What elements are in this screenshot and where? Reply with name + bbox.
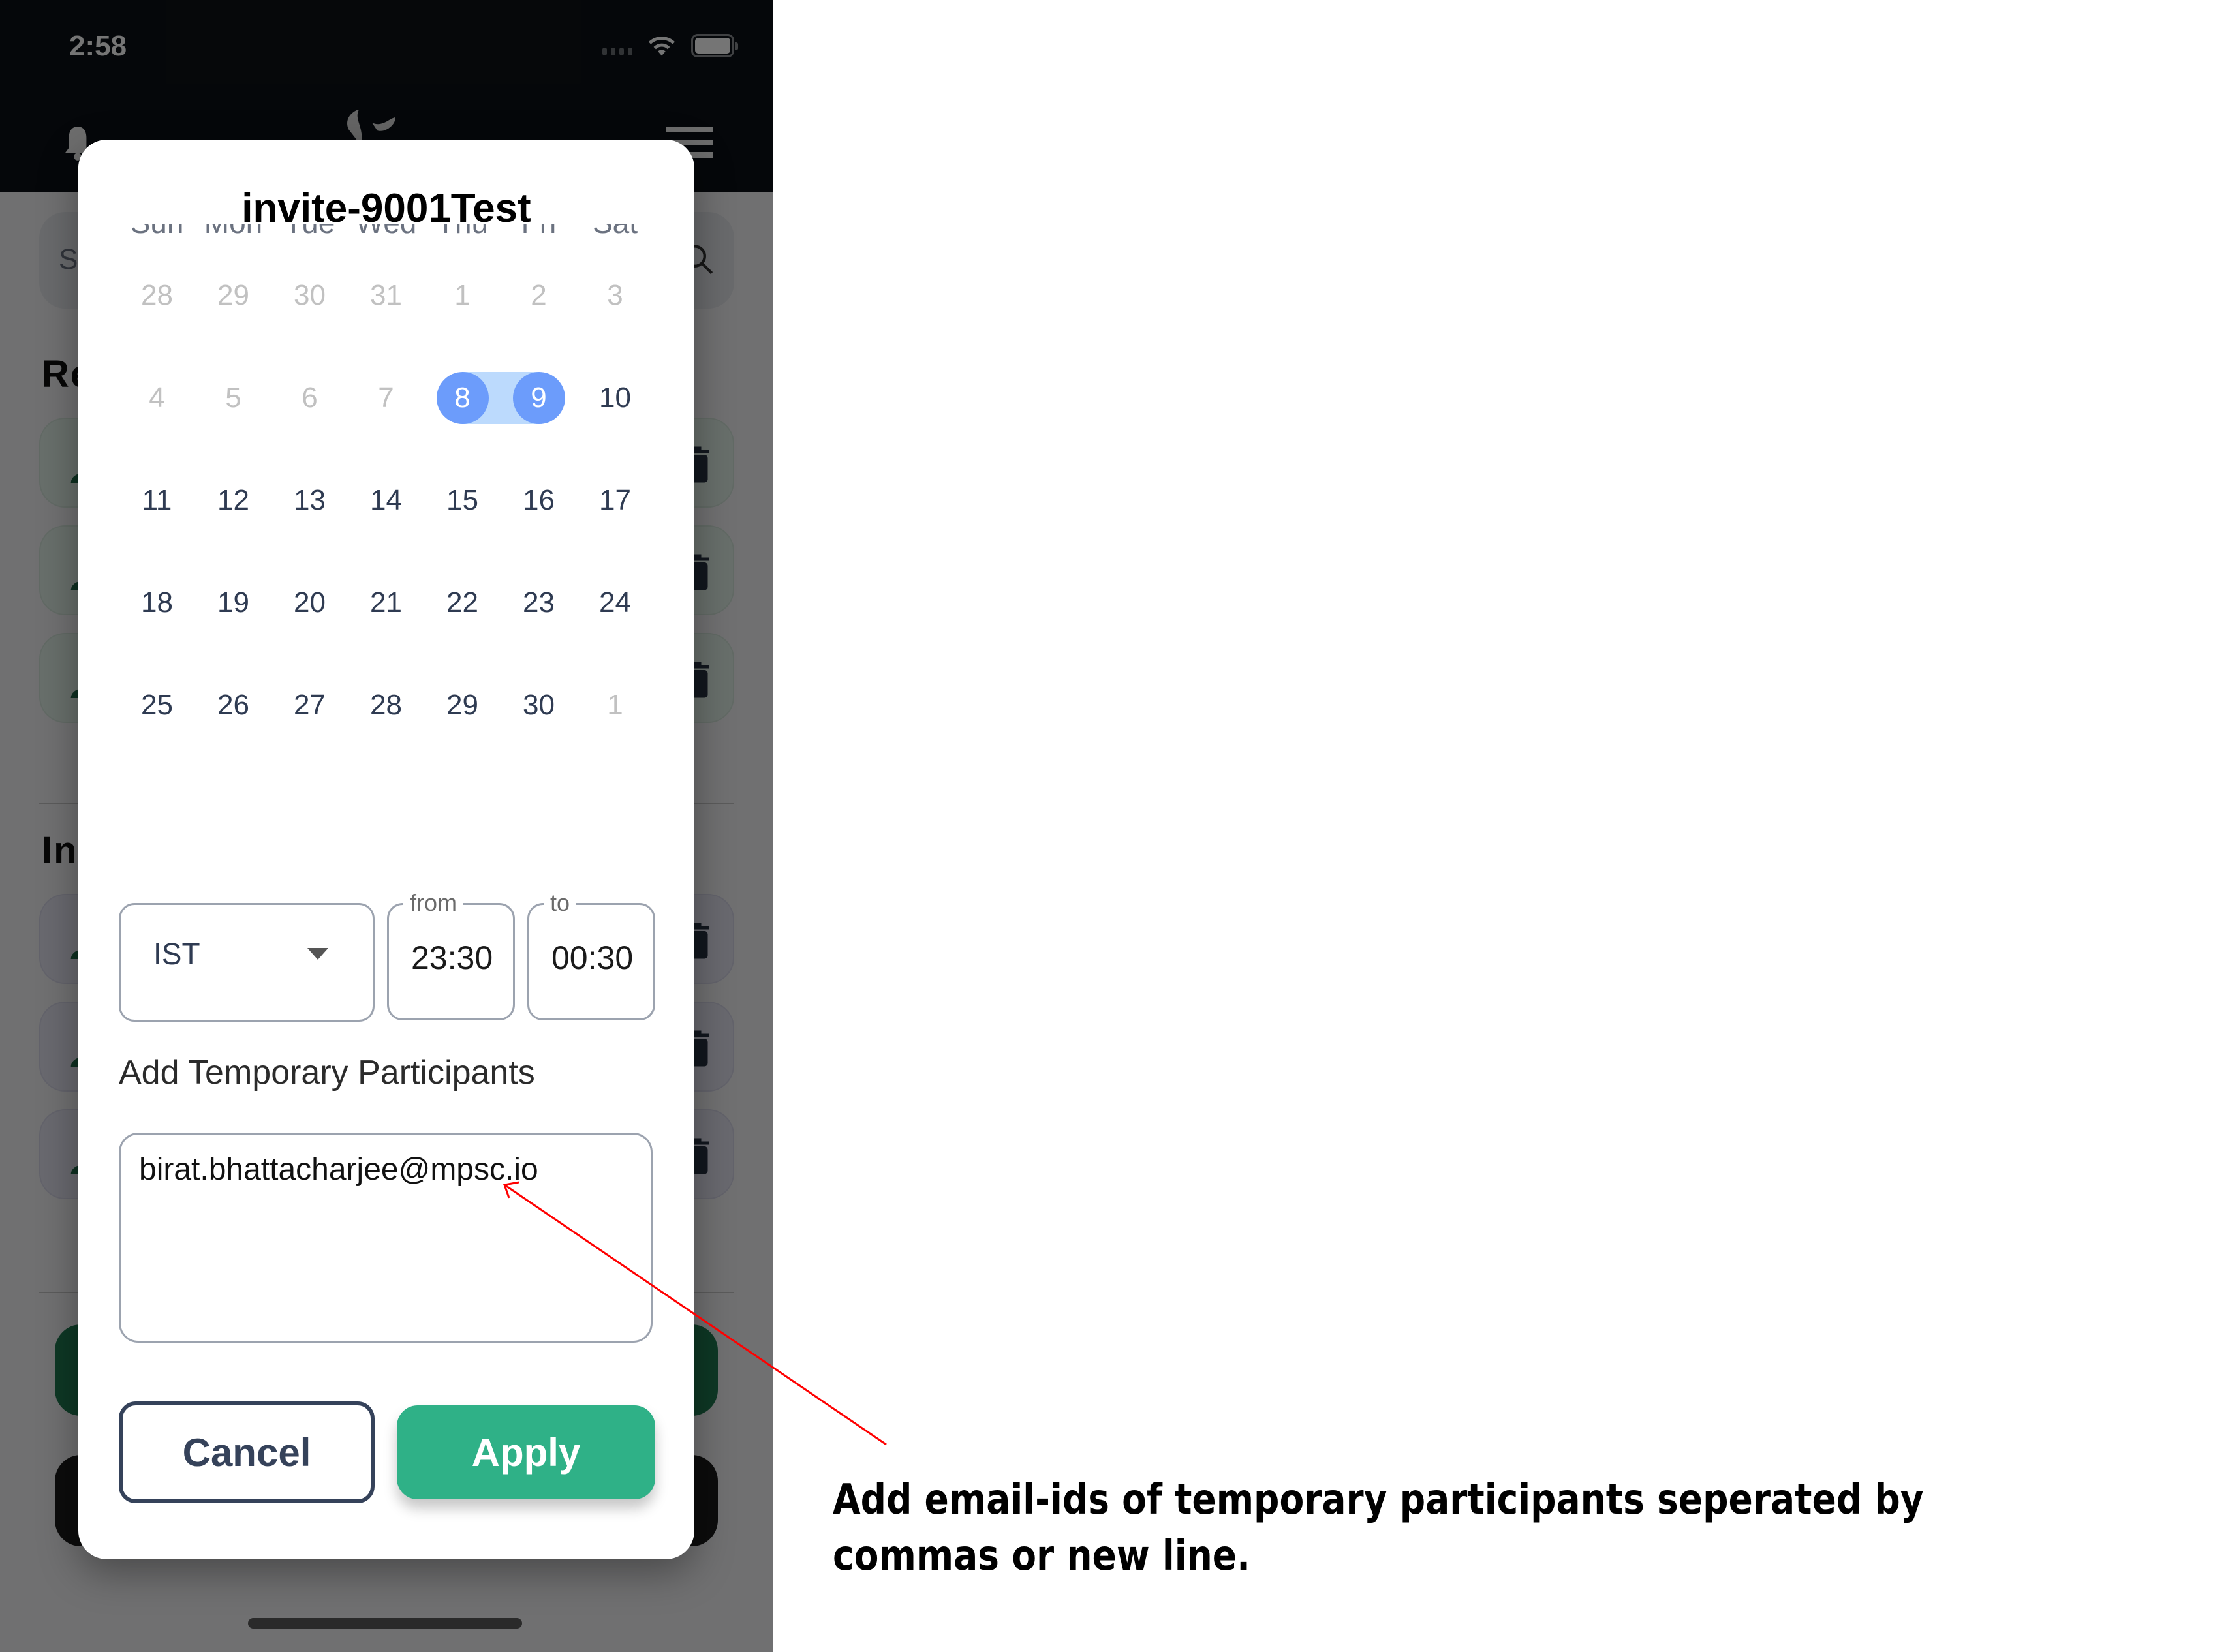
calendar-day[interactable]: 18: [119, 575, 195, 631]
calendar-day[interactable]: 10: [577, 370, 653, 426]
calendar-day[interactable]: 13: [271, 472, 348, 528]
to-time-field[interactable]: to 00:30: [527, 889, 655, 1020]
calendar-day[interactable]: 27: [271, 677, 348, 733]
calendar-day-number: 15: [446, 484, 478, 516]
calendar-day[interactable]: 4: [119, 370, 195, 426]
calendar-day-number: 12: [217, 484, 249, 516]
calendar-day-number: 13: [294, 484, 326, 516]
calendar-week: 25 26 27 28 29 30 1: [119, 677, 656, 780]
calendar-day-number: 29: [446, 689, 478, 721]
from-time-value: 23:30: [411, 940, 493, 976]
home-indicator[interactable]: [248, 1618, 522, 1629]
calendar-day-number: 22: [446, 587, 478, 619]
calendar-day[interactable]: 14: [348, 472, 424, 528]
calendar-day[interactable]: 23: [501, 575, 577, 631]
calendar-day-number: 24: [599, 587, 631, 619]
annotation-text: Add email-ids of temporary participants …: [833, 1476, 1924, 1580]
calendar-day[interactable]: 29: [424, 677, 501, 733]
calendar-day-number: 7: [378, 382, 394, 414]
calendar-grid: 28 29 30 31 1 2 3 4 5 6 7 8 9 10 11 12 13 14 15 16 17 18 19 20 2…: [119, 268, 656, 780]
calendar-day-number: 17: [599, 484, 631, 516]
caret-down-icon: [307, 948, 328, 960]
calendar-day-number: 28: [141, 279, 173, 311]
cancel-button[interactable]: Cancel: [119, 1401, 375, 1503]
calendar-day-number: 27: [294, 689, 326, 721]
calendar-day-number: 8: [436, 372, 489, 424]
timezone-value: IST: [153, 937, 200, 971]
calendar-day[interactable]: 6: [271, 370, 348, 426]
calendar-day-number: 25: [141, 689, 173, 721]
calendar-day-number: 28: [370, 689, 402, 721]
calendar-day[interactable]: 5: [195, 370, 271, 426]
phone-screen: 2:58 S: [0, 0, 773, 1652]
calendar-day[interactable]: 1: [424, 268, 501, 324]
from-time-field[interactable]: from 23:30: [387, 889, 515, 1020]
calendar-day-number: 1: [454, 279, 471, 311]
calendar-day[interactable]: 28: [119, 268, 195, 324]
calendar-day[interactable]: 26: [195, 677, 271, 733]
calendar-day[interactable]: 30: [271, 268, 348, 324]
calendar-day[interactable]: 30: [501, 677, 577, 733]
calendar-day[interactable]: 31: [348, 268, 424, 324]
calendar-day[interactable]: 2: [501, 268, 577, 324]
calendar-day-number: 16: [523, 484, 555, 516]
calendar-day-number: 30: [523, 689, 555, 721]
calendar-day-number: 14: [370, 484, 402, 516]
calendar-day-number: 29: [217, 279, 249, 311]
calendar-day-number: 6: [302, 382, 318, 414]
invite-dialog: Sun Mon Tue Wed Thu Fri Sat invite-9001Test 28…: [78, 140, 694, 1559]
calendar-day[interactable]: 24: [577, 575, 653, 631]
calendar-day-number: 3: [607, 279, 623, 311]
calendar-day[interactable]: 1: [577, 677, 653, 733]
calendar-day[interactable]: 12: [195, 472, 271, 528]
calendar-day[interactable]: 19: [195, 575, 271, 631]
calendar-day[interactable]: 17: [577, 472, 653, 528]
to-time-value: 00:30: [551, 940, 634, 976]
calendar-day-number: 23: [523, 587, 555, 619]
calendar-day[interactable]: 21: [348, 575, 424, 631]
apply-button[interactable]: Apply: [397, 1405, 655, 1499]
calendar-week: 28 29 30 31 1 2 3: [119, 268, 656, 370]
calendar-day-number: 1: [607, 689, 623, 721]
calendar-day[interactable]: 28: [348, 677, 424, 733]
calendar-week: 4 5 6 7 8 9 10: [119, 370, 656, 472]
calendar-day[interactable]: 11: [119, 472, 195, 528]
calendar-day-number: 2: [531, 279, 547, 311]
calendar-day[interactable]: 25: [119, 677, 195, 733]
to-label: to: [544, 889, 577, 917]
calendar-day-number: 31: [370, 279, 402, 311]
participants-label: Add Temporary Participants: [119, 1054, 535, 1092]
dialog-title: invite-9001Test: [241, 186, 531, 231]
timezone-select[interactable]: IST: [119, 903, 375, 1022]
calendar-day[interactable]: 7: [348, 370, 424, 426]
from-label: from: [403, 889, 463, 917]
calendar-day[interactable]: 16: [501, 472, 577, 528]
calendar-day-number: 10: [599, 382, 631, 414]
calendar-day[interactable]: 15: [424, 472, 501, 528]
calendar-day-number: 9: [512, 372, 565, 424]
calendar-week: 11 12 13 14 15 16 17: [119, 472, 656, 575]
participants-input[interactable]: [119, 1133, 653, 1343]
calendar-day-number: 11: [142, 484, 172, 516]
calendar-day[interactable]: 20: [271, 575, 348, 631]
calendar-day-number: 5: [225, 382, 241, 414]
calendar-day[interactable]: 29: [195, 268, 271, 324]
calendar-day-number: 4: [149, 382, 165, 414]
calendar-day-number: 19: [217, 587, 249, 619]
calendar-day-number: 18: [141, 587, 173, 619]
calendar-day-number: 30: [294, 279, 326, 311]
calendar-day[interactable]: 3: [577, 268, 653, 324]
calendar-day-number: 26: [217, 689, 249, 721]
calendar-day[interactable]: 22: [424, 575, 501, 631]
calendar-week: 18 19 20 21 22 23 24: [119, 575, 656, 677]
calendar-day-number: 20: [294, 587, 326, 619]
calendar-day-number: 21: [370, 587, 402, 619]
